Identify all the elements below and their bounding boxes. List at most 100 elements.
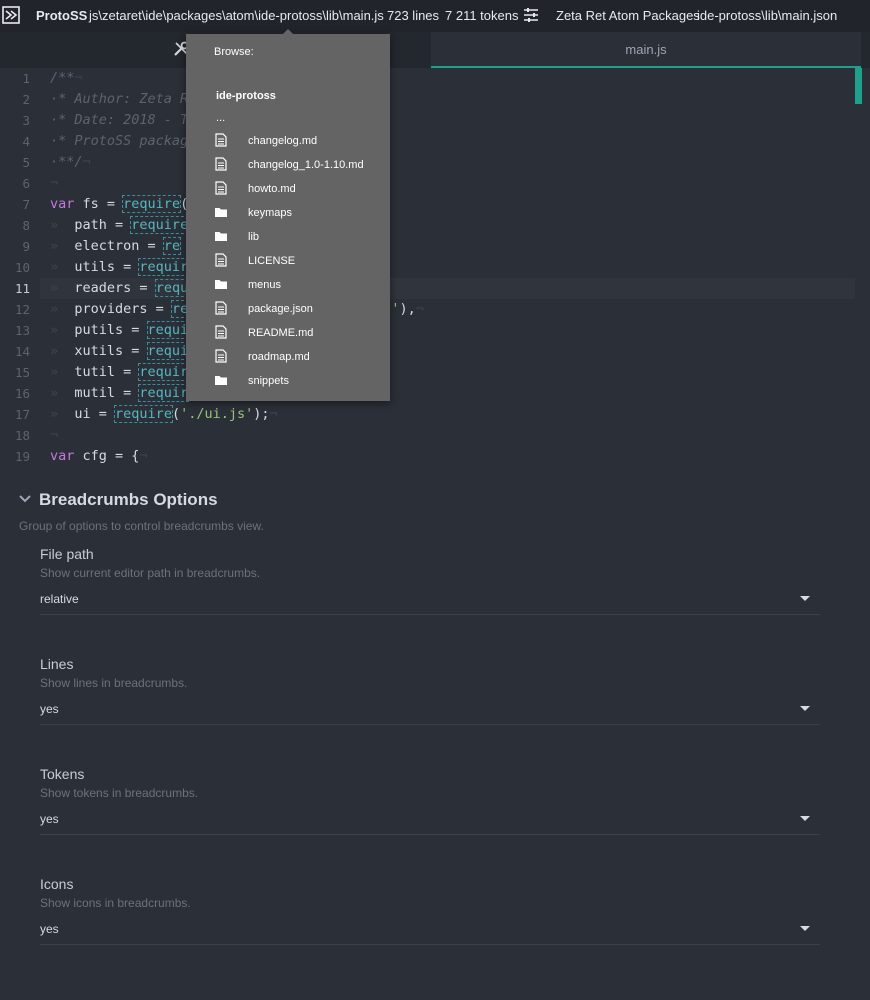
code-token: providers =	[58, 301, 172, 317]
setting-value: yes	[40, 702, 59, 716]
chevron-down-icon[interactable]	[18, 492, 32, 506]
code-line[interactable]: » electron = re	[50, 237, 182, 255]
code-line[interactable]: » mutil = requir	[50, 384, 190, 402]
code-token: './ui.js'	[180, 406, 254, 422]
section-description: Group of options to control breadcrumbs …	[19, 519, 264, 533]
setting-description: Show tokens in breadcrumbs.	[40, 786, 199, 800]
dropdown-item[interactable]: roadmap.md	[214, 347, 384, 367]
code-line[interactable]: ·* ProtoSS package	[50, 133, 196, 149]
code-token: var	[50, 448, 75, 464]
code-token: »	[50, 301, 59, 317]
line-number: 13	[14, 323, 30, 338]
dropdown-item[interactable]: menus	[214, 275, 384, 295]
dropdown-item[interactable]: changelog.md	[214, 131, 384, 151]
code-token: var	[50, 196, 75, 212]
protoss-logo-icon[interactable]	[2, 6, 20, 24]
code-token: utils =	[58, 259, 140, 275]
line-number: 7	[22, 197, 30, 212]
tune-icon[interactable]	[522, 6, 540, 24]
code-line[interactable]: » utils = requir	[50, 258, 190, 276]
caret-down-icon	[800, 926, 810, 931]
code-token: ·* Author: Zeta Re	[50, 91, 197, 107]
breadcrumb-app-name[interactable]: ProtoSS	[36, 8, 87, 23]
dropdown-parent-link[interactable]: ...	[216, 112, 225, 124]
breadcrumb-project[interactable]: Zeta Ret Atom Packages	[556, 8, 700, 23]
code-token: »	[50, 259, 59, 275]
code-line[interactable]: » putils = requi	[50, 321, 190, 339]
setting-title: Icons	[40, 876, 74, 892]
code-line[interactable]: var cfg = {¬	[50, 448, 148, 464]
code-token: ¬	[269, 406, 278, 422]
code-token: ),	[399, 301, 416, 317]
setting-description: Show current editor path in breadcrumbs.	[40, 566, 261, 580]
file-icon	[214, 181, 228, 195]
setting-description: Show lines in breadcrumbs.	[40, 676, 188, 690]
line-number: 15	[14, 365, 30, 380]
dropdown-item-label: LICENSE	[248, 255, 296, 267]
code-line[interactable]: ·* Author: Zeta Re	[50, 91, 196, 107]
breadcrumb-path[interactable]: js\zetaret\ide\packages\atom\ide-protoss…	[89, 8, 384, 23]
dropdown-item[interactable]: howto.md	[214, 179, 384, 199]
code-line[interactable]: ¬	[50, 175, 58, 191]
code-token: requ	[154, 279, 190, 297]
setting-select[interactable]: yes	[40, 698, 820, 725]
dropdown-item[interactable]: keymaps	[214, 203, 384, 223]
dropdown-item[interactable]: snippets	[214, 371, 384, 391]
settings-panel: Breadcrumbs Options Group of options to …	[0, 478, 870, 1000]
code-token: ¬	[82, 154, 91, 170]
code-token: ·**/	[50, 154, 83, 170]
dropdown-item[interactable]: README.md	[214, 323, 384, 343]
code-token: ¬	[50, 175, 59, 191]
code-line[interactable]: ·**/¬	[50, 154, 91, 170]
file-icon	[214, 301, 228, 315]
editor-scrollbar-thumb[interactable]	[855, 68, 862, 104]
code-token: requir	[138, 258, 190, 276]
tab-main-js[interactable]: main.js	[431, 32, 861, 68]
line-number: 8	[22, 218, 30, 233]
code-token: »	[50, 238, 59, 254]
code-line[interactable]: ¬	[50, 427, 58, 443]
code-line[interactable]: » tutil = requir	[50, 363, 190, 381]
code-token: re	[162, 237, 182, 255]
breadcrumb-config[interactable]: ide-protoss\lib\main.json	[697, 8, 837, 23]
code-token: fs =	[74, 196, 124, 212]
dropdown-item[interactable]: LICENSE	[214, 251, 384, 271]
setting-item: File path Show current editor path in bre…	[40, 546, 820, 641]
code-token: requi	[146, 342, 190, 360]
code-token: require	[114, 405, 173, 423]
dropdown-item[interactable]: package.json	[214, 299, 384, 319]
dropdown-item[interactable]: lib	[214, 227, 384, 247]
code-editor[interactable]: 1/**¬ 2 ·* Author: Zeta Re 3 ·* Date: 2018 -…	[0, 68, 870, 478]
setting-select[interactable]: yes	[40, 918, 820, 945]
code-line[interactable]: var fs = require('	[50, 195, 196, 213]
dropdown-item-label: package.json	[248, 303, 313, 315]
setting-select[interactable]: relative	[40, 588, 820, 615]
setting-item: Tokens Show tokens in breadcrumbs. yes	[40, 766, 820, 861]
code-token: »	[50, 385, 59, 401]
code-line[interactable]: » readers = requ	[50, 279, 190, 297]
setting-select[interactable]: yes	[40, 808, 820, 835]
line-number: 14	[14, 344, 30, 359]
code-token: path =	[58, 217, 132, 233]
dropdown-folder-name[interactable]: ide-protoss	[216, 90, 276, 102]
code-line[interactable]: ·* Date: 2018 - To	[50, 112, 196, 128]
code-line[interactable]: » path = require	[50, 216, 190, 234]
code-token: xutils =	[58, 343, 148, 359]
file-icon	[214, 349, 228, 363]
line-number: 6	[22, 176, 30, 191]
dropdown-item[interactable]: changelog_1.0-1.10.md	[214, 155, 384, 175]
caret-down-icon	[800, 816, 810, 821]
code-token: requi	[146, 321, 190, 339]
line-number: 17	[14, 407, 30, 422]
section-title[interactable]: Breadcrumbs Options	[39, 490, 218, 510]
tab-label: main.js	[625, 42, 667, 57]
code-token: »	[50, 343, 59, 359]
code-line[interactable]: » ui = require('./ui.js');¬	[50, 405, 278, 423]
line-number: 4	[22, 134, 30, 149]
code-line[interactable]: /**¬	[50, 70, 83, 86]
dropdown-item-label: menus	[248, 279, 282, 291]
dropdown-item-label: changelog_1.0-1.10.md	[248, 159, 364, 171]
line-number: 2	[22, 92, 30, 107]
code-line[interactable]: » xutils = requi	[50, 342, 190, 360]
code-token: requir	[138, 384, 190, 402]
